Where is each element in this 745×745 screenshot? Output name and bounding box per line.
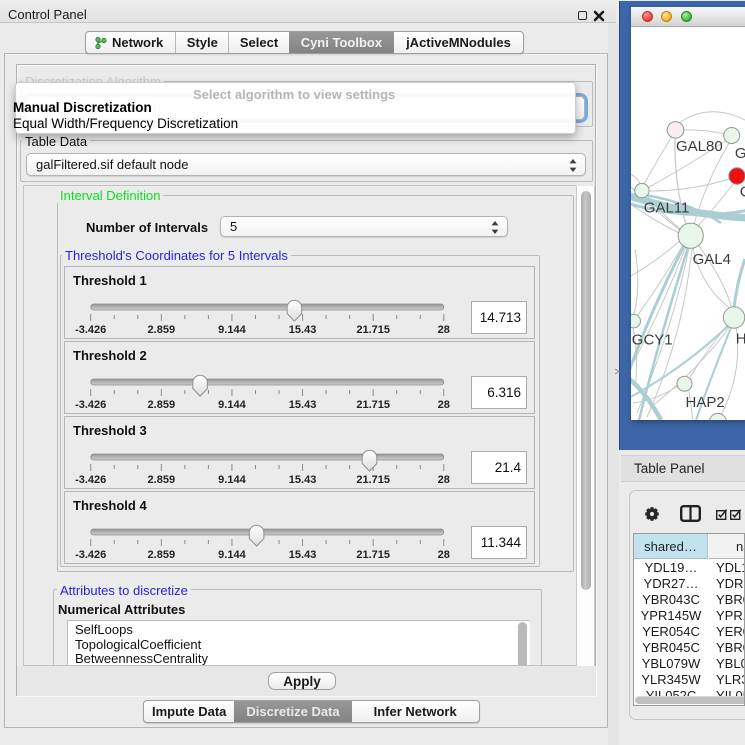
- svg-text:GAL11: GAL11: [644, 199, 690, 216]
- svg-text:GAL4: GAL4: [693, 251, 731, 268]
- svg-text:GAL80: GAL80: [676, 138, 723, 155]
- svg-text:HIS4: HIS4: [736, 330, 745, 347]
- svg-text:GAL3: GAL3: [735, 145, 745, 162]
- svg-text:GCY1: GCY1: [632, 331, 673, 348]
- svg-text:CDC1: CDC1: [740, 184, 745, 201]
- svg-text:HAP2: HAP2: [686, 394, 725, 411]
